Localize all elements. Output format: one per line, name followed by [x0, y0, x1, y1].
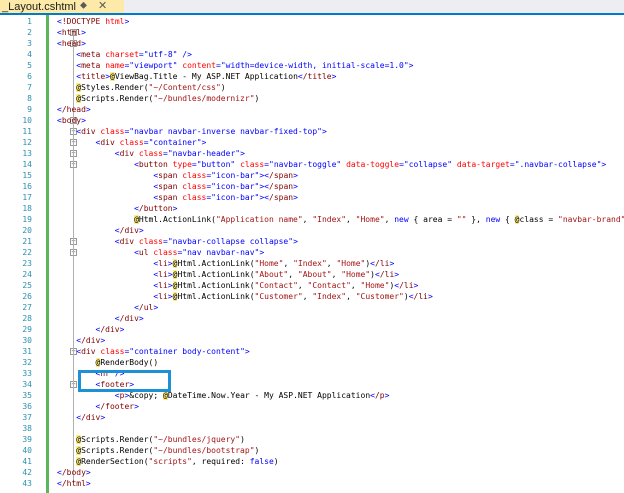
code-line[interactable]: <li>@Html.ActionLink("About", "About", "… — [57, 269, 399, 280]
line-number: 4 — [27, 50, 32, 59]
line-number: 22 — [22, 248, 32, 257]
line-number: 29 — [22, 325, 32, 334]
code-line[interactable]: @RenderBody() — [57, 357, 158, 368]
line-number: 2 — [27, 28, 32, 37]
code-line[interactable]: </head> — [57, 104, 91, 115]
line-number: 23 — [22, 259, 32, 268]
line-number: 30 — [22, 336, 32, 345]
line-number: 3 — [27, 39, 32, 48]
code-line[interactable]: </div> — [57, 313, 144, 324]
line-number: 6 — [27, 72, 32, 81]
code-line[interactable]: </footer> — [57, 401, 139, 412]
close-icon[interactable]: ✕ — [98, 0, 107, 12]
line-number: 1 — [27, 17, 32, 26]
line-number: 40 — [22, 446, 32, 455]
code-line[interactable]: @Html.ActionLink("Application name", "In… — [57, 214, 624, 225]
code-line[interactable]: <div class="container"> — [57, 137, 207, 148]
code-line[interactable]: <li>@Html.ActionLink("Customer", "Index"… — [57, 291, 433, 302]
code-line[interactable]: @Styles.Render("~/Content/css") — [57, 82, 226, 93]
code-line[interactable]: @Scripts.Render("~/bundles/jquery") — [57, 434, 245, 445]
line-number: 19 — [22, 215, 32, 224]
line-number: 37 — [22, 413, 32, 422]
line-number: 38 — [22, 424, 32, 433]
change-tracking-bar — [46, 15, 49, 493]
line-number: 42 — [22, 468, 32, 477]
pin-icon[interactable]: ⬥ — [80, 0, 87, 11]
line-number-gutter: 1 2 3 4 5 6 7 8 9 10 11 12 13 14 15 16 17 18 19 20 21 22 23 24 2… — [0, 15, 33, 493]
code-line[interactable]: <span class="icon-bar"></span> — [57, 192, 298, 203]
line-number: 11 — [22, 127, 32, 136]
line-number: 9 — [27, 105, 32, 114]
code-line[interactable]: <title>@ViewBag.Title - My ASP.NET Appli… — [57, 71, 336, 82]
line-number: 16 — [22, 182, 32, 191]
code-line[interactable]: <meta name="viewport" content="width=dev… — [57, 60, 413, 71]
line-number: 32 — [22, 358, 32, 367]
line-number: 26 — [22, 292, 32, 301]
code-line[interactable]: <li>@Html.ActionLink("Home", "Index", "H… — [57, 258, 394, 269]
code-line[interactable]: </div> — [57, 225, 144, 236]
code-line[interactable]: <div class="container body-content"> — [57, 346, 249, 357]
renderbody-highlight-box — [78, 370, 171, 392]
line-number: 39 — [22, 435, 32, 444]
line-number: 10 — [22, 116, 32, 125]
code-line[interactable]: @Scripts.Render("~/bundles/modernizr") — [57, 93, 259, 104]
line-number: 7 — [27, 83, 32, 92]
line-number: 20 — [22, 226, 32, 235]
line-number: 41 — [22, 457, 32, 466]
line-number: 8 — [27, 94, 32, 103]
line-number: 24 — [22, 270, 32, 279]
line-number: 13 — [22, 149, 32, 158]
outline-margin: −−−−−−−−−−− — [34, 15, 77, 493]
line-number: 14 — [22, 160, 32, 169]
code-line[interactable]: <meta charset="utf-8" /> — [57, 49, 192, 60]
tab-title: _Layout.cshtml — [2, 0, 76, 13]
line-number: 17 — [22, 193, 32, 202]
line-number: 43 — [22, 479, 32, 488]
line-number: 15 — [22, 171, 32, 180]
code-line[interactable]: <ul class="nav navbar-nav"> — [57, 247, 264, 258]
document-tab-bar: _Layout.cshtml ⬥ ✕ — [0, 0, 624, 15]
code-line[interactable]: </div> — [57, 324, 125, 335]
code-line[interactable]: <div class="navbar-collapse collapse"> — [57, 236, 298, 247]
line-number: 27 — [22, 303, 32, 312]
line-number: 36 — [22, 402, 32, 411]
line-number: 5 — [27, 61, 32, 70]
code-line[interactable]: <span class="icon-bar"></span> — [57, 181, 298, 192]
line-number: 25 — [22, 281, 32, 290]
code-line[interactable]: </body> — [57, 467, 91, 478]
code-line[interactable]: <!DOCTYPE html> — [57, 16, 129, 27]
line-number: 28 — [22, 314, 32, 323]
tab-layout-cshtml[interactable]: _Layout.cshtml ⬥ ✕ — [0, 0, 124, 13]
code-line[interactable]: </ul> — [57, 302, 158, 313]
code-line[interactable]: <body> — [57, 115, 86, 126]
line-number: 12 — [22, 138, 32, 147]
code-line[interactable]: @RenderSection("scripts", required: fals… — [57, 456, 279, 467]
code-editor[interactable]: 1 2 3 4 5 6 7 8 9 10 11 12 13 14 15 16 17 18 19 20 21 22 23 24 2… — [0, 15, 624, 493]
code-line[interactable]: <head> — [57, 38, 86, 49]
code-line[interactable]: </div> — [57, 412, 105, 423]
code-line[interactable]: </div> — [57, 335, 105, 346]
code-line[interactable]: <div class="navbar navbar-inverse navbar… — [57, 126, 327, 137]
code-line[interactable]: <button type="button" class="navbar-togg… — [57, 159, 606, 170]
code-line[interactable]: </button> — [57, 203, 177, 214]
line-number: 21 — [22, 237, 32, 246]
line-number: 34 — [22, 380, 32, 389]
code-line[interactable]: </html> — [57, 478, 91, 489]
line-number: 33 — [22, 369, 32, 378]
line-number: 35 — [22, 391, 32, 400]
line-number: 31 — [22, 347, 32, 356]
code-line[interactable]: <span class="icon-bar"></span> — [57, 170, 298, 181]
code-line[interactable]: <div class="navbar-header"> — [57, 148, 245, 159]
code-line[interactable]: <html> — [57, 27, 86, 38]
code-line[interactable]: @Scripts.Render("~/bundles/bootstrap") — [57, 445, 259, 456]
line-number: 18 — [22, 204, 32, 213]
code-line[interactable]: <li>@Html.ActionLink("Contact", "Contact… — [57, 280, 418, 291]
